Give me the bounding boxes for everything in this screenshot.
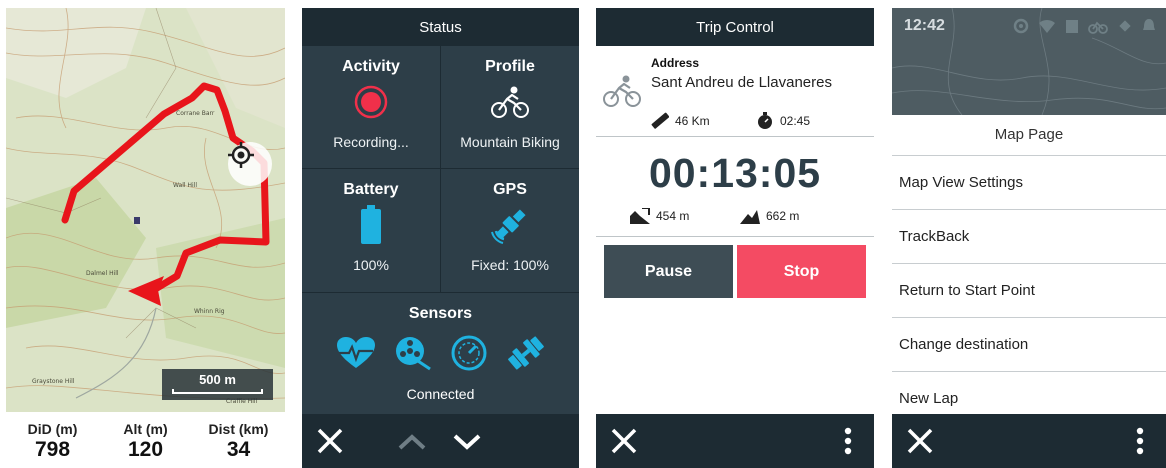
map-place-label: Graystone Hill [32,378,75,385]
tile-value: 100% [353,257,389,273]
tile-title: GPS [493,181,527,198]
stopwatch-icon [758,112,772,129]
ascent: 662 m [740,208,799,224]
stat-label: DiD (m) [27,421,78,437]
address-label: Address [651,56,700,70]
stat-did: DiD (m) 798 [6,412,99,468]
crosshair-icon [228,142,254,168]
screen-title: Status [302,8,579,46]
tile-title: Profile [485,58,535,75]
time-value: 02:45 [780,114,811,128]
sensors-panel[interactable]: Sensors Connected [302,293,579,402]
menu-item-map-view-settings[interactable]: Map View Settings [892,155,1166,209]
stats-bar[interactable]: DiD (m) 798 Alt (m) 120 Dist (km) 34 [6,412,285,468]
close-icon[interactable] [610,427,638,455]
locate-button[interactable] [228,142,272,186]
address-value: Sant Andreu de Llavaneres [651,74,832,91]
activity-tile[interactable]: Activity Recording... [302,46,440,168]
gps-fix-icon [1013,18,1029,34]
map-place-label: Dalmel Hill [86,270,119,277]
map-screen: Corrane Barr Wall Hill Dalmel Hill Grays… [6,8,285,468]
ruler-icon [651,112,669,129]
menu-item-trackback[interactable]: TrackBack [892,209,1166,263]
map-place-label: Wall Hill [173,182,197,189]
stat-value: 34 [226,438,251,461]
battery-tile[interactable]: Battery 100% [302,169,440,291]
screen-title: Trip Control [596,8,874,46]
map-preview: 12:42 [892,8,1166,115]
stat-label: Dist (km) [208,421,269,437]
time-remaining: 02:45 [756,112,810,130]
close-icon[interactable] [906,427,934,455]
scale-bar [172,389,263,394]
elapsed-time: 00:13:05 [648,150,822,196]
battery-icon [1066,20,1078,33]
status-icons [1013,18,1156,34]
distance-value: 46 Km [675,114,710,128]
divider [596,236,874,237]
chevron-up-icon[interactable] [397,433,427,451]
descent: 454 m [630,208,689,224]
satellite-icon [1119,20,1131,32]
stop-button[interactable]: Stop [737,245,866,298]
wifi-icon [1039,19,1055,33]
tile-title: Activity [342,58,400,75]
stat-dist: Dist (km) 34 [192,412,285,468]
ascent-value: 662 m [766,209,800,223]
map-place-label: Whinn Rig [194,308,225,315]
footer-bar [892,414,1166,468]
bell-icon [1143,19,1155,30]
tile-value: Mountain Biking [460,134,560,150]
status-clock: 12:42 [904,17,945,34]
menu-item-return-to-start[interactable]: Return to Start Point [892,263,1166,317]
tile-value: Recording... [333,134,409,150]
divider [440,46,441,292]
menu-item-change-destination[interactable]: Change destination [892,317,1166,371]
ascent-icon [740,210,760,224]
divider [596,136,874,137]
close-icon[interactable] [316,427,344,455]
pause-button[interactable]: Pause [604,245,733,298]
descent-icon [630,208,650,224]
trip-control-screen: Trip Control Address Sant Andreu de Llav… [596,8,874,468]
cyclist-icon [603,75,641,107]
cadence-sensor-icon [395,337,431,371]
cyclist-icon [491,86,529,118]
more-options-icon[interactable] [844,427,852,455]
tile-value: Fixed: 100% [471,257,549,273]
divider [302,168,579,169]
power-meter-icon [507,336,544,370]
tile-title: Battery [343,181,399,198]
footer-bar [302,414,579,468]
cyclist-icon [1088,21,1108,34]
menu-title: Map Page [994,126,1064,143]
status-screen: Status Activity Recording... Profile Mou… [302,8,579,468]
topographic-map[interactable]: Corrane Barr Wall Hill Dalmel Hill Grays… [6,8,285,412]
stat-label: Alt (m) [123,421,168,437]
scale-label: 500 m [199,372,236,387]
map-graphics [6,8,285,412]
more-options-icon[interactable] [1136,427,1144,455]
tile-title: Sensors [408,305,473,322]
record-icon [354,85,388,119]
stat-value: 120 [127,438,164,461]
chevron-down-icon[interactable] [452,433,482,451]
tile-value: Connected [406,386,475,402]
distance-remaining: 46 Km [651,112,710,130]
gps-tile[interactable]: GPS Fixed: 100% [441,169,579,291]
stat-alt: Alt (m) 120 [99,412,192,468]
battery-icon [361,205,381,244]
footer-bar [596,414,874,468]
profile-tile[interactable]: Profile Mountain Biking [441,46,579,168]
descent-value: 454 m [656,209,690,223]
map-scale: 500 m [162,369,273,400]
stat-value: 798 [34,438,71,461]
map-page-menu-screen: 12:42 Map Page Map View Settings TrackBa… [892,8,1166,468]
heart-rate-icon [336,337,375,368]
satellite-icon [491,209,526,244]
speed-sensor-icon [451,335,486,371]
